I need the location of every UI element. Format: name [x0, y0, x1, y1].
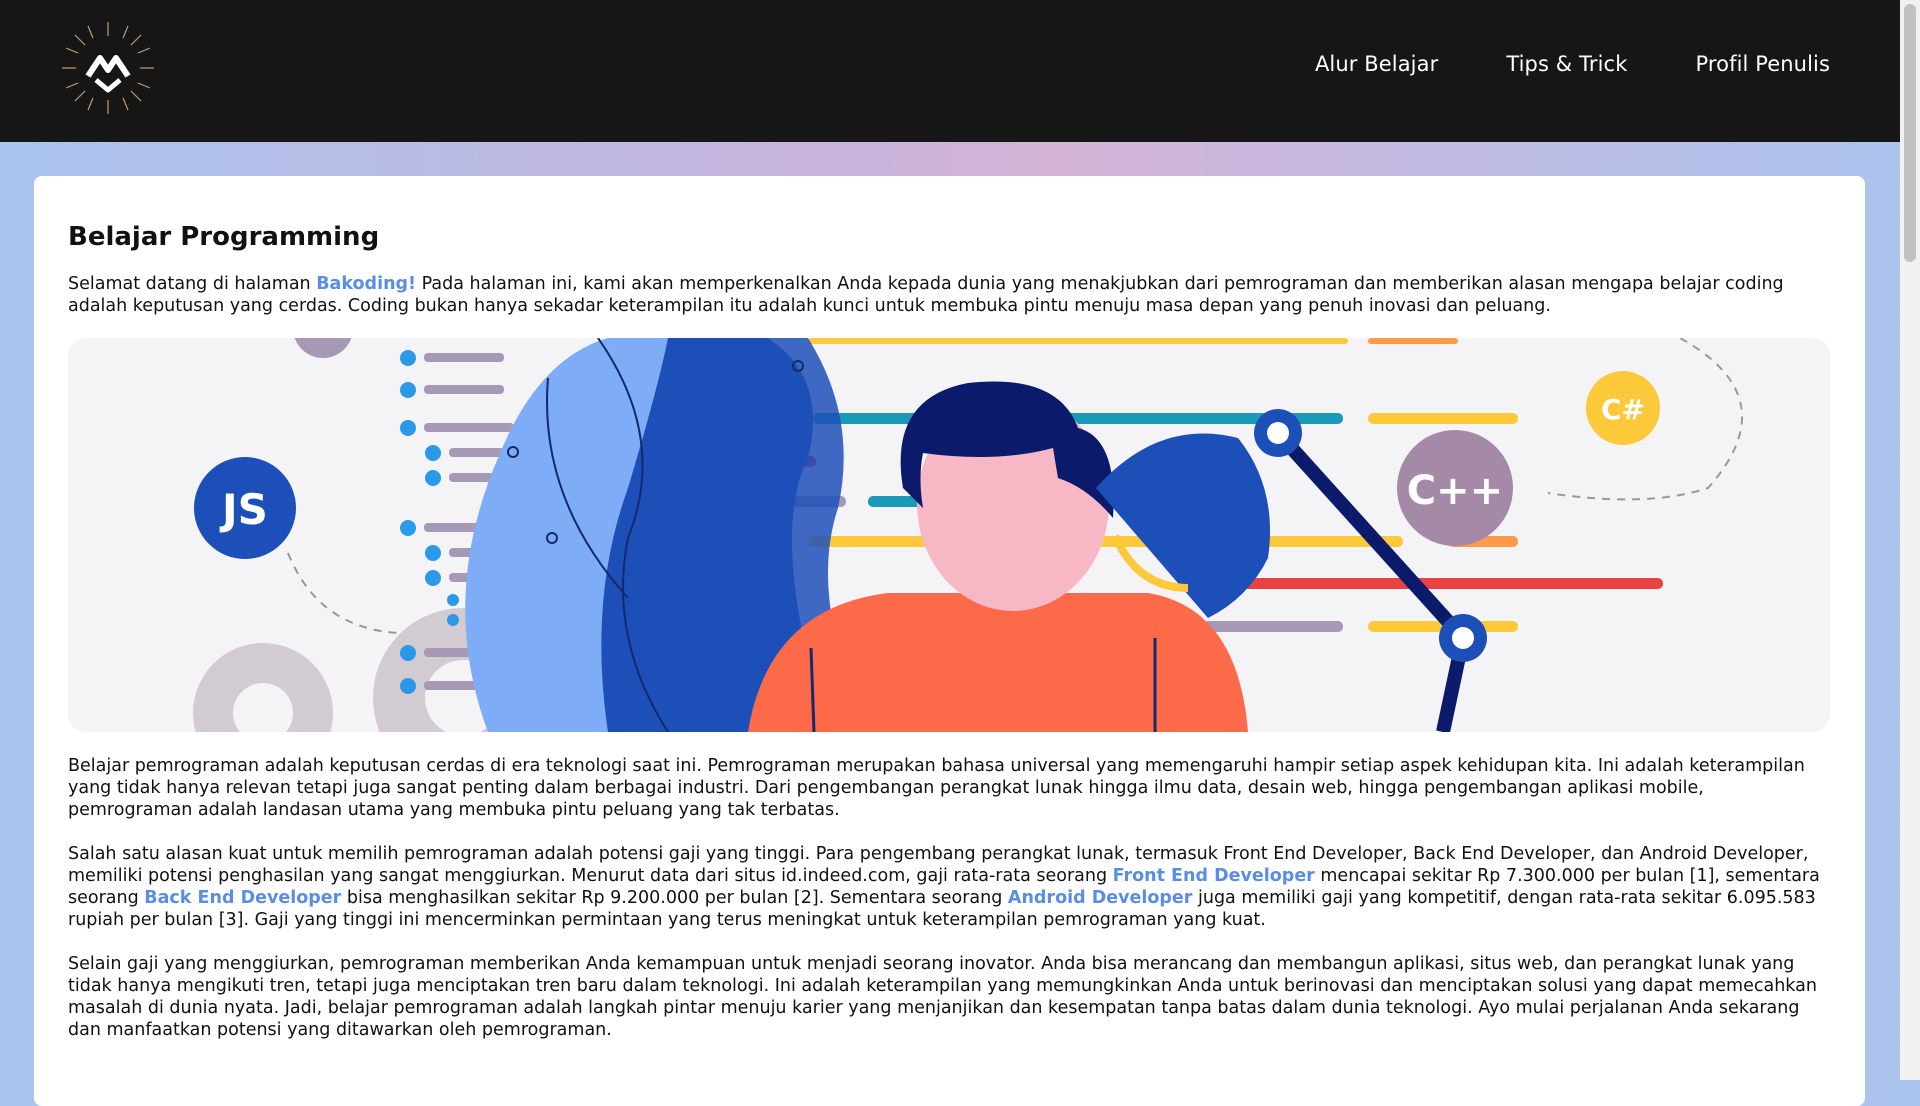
navbar: Alur Belajar Tips & Trick Profil Penulis — [0, 0, 1900, 142]
site-logo[interactable] — [58, 18, 158, 118]
csharp-badge-label: C# — [1601, 393, 1645, 426]
intro-text-start: Selamat datang di halaman — [68, 274, 317, 294]
intro-paragraph: Selamat datang di halaman Bakoding! Pada… — [68, 273, 1830, 317]
content-card: Belajar Programming Selamat datang di ha… — [34, 176, 1865, 1106]
bakoding-link[interactable]: Bakoding! — [316, 274, 416, 294]
paragraph-2: Salah satu alasan kuat untuk memilih pem… — [68, 843, 1830, 931]
nav-tips-trick[interactable]: Tips & Trick — [1506, 52, 1627, 76]
android-developer-link[interactable]: Android Developer — [1008, 888, 1193, 908]
page-title: Belajar Programming — [68, 222, 380, 252]
paragraph-3: Selain gaji yang menggiurkan, pemrograma… — [68, 954, 1817, 1040]
para2-text-3: bisa menghasilkan sekitar Rp 9.200.000 p… — [341, 888, 1008, 908]
page-scrollbar[interactable] — [1900, 0, 1920, 1080]
main-nav: Alur Belajar Tips & Trick Profil Penulis — [1315, 52, 1830, 76]
paragraph-1: Belajar pemrograman adalah keputusan cer… — [68, 756, 1805, 820]
scrollbar-thumb[interactable] — [1904, 4, 1916, 262]
back-end-developer-link[interactable]: Back End Developer — [144, 888, 341, 908]
logo-icon — [62, 22, 154, 114]
nav-alur-belajar[interactable]: Alur Belajar — [1315, 52, 1438, 76]
hero-illustration: JS C++ C# — [68, 338, 1830, 732]
programming-illustration: JS C++ C# — [68, 338, 1830, 732]
cpp-badge-label: C++ — [1407, 468, 1503, 514]
js-badge-label: JS — [219, 485, 268, 534]
front-end-developer-link[interactable]: Front End Developer — [1113, 866, 1315, 886]
nav-profil-penulis[interactable]: Profil Penulis — [1695, 52, 1830, 76]
